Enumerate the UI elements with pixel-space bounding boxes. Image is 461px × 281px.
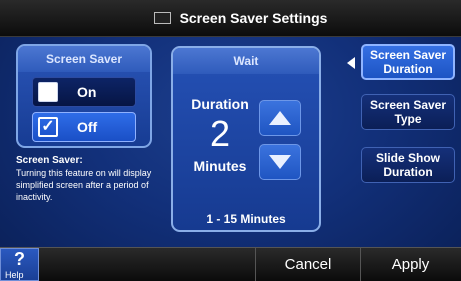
screen-saver-off-button[interactable]: ✓ Off xyxy=(32,112,136,142)
screen-saver-panel: Screen Saver On ✓ Off xyxy=(16,44,152,148)
title-bar: Screen Saver Settings xyxy=(0,0,461,37)
info-text: Turning this feature on will display sim… xyxy=(16,168,152,202)
help-label: Help xyxy=(5,270,24,280)
wait-panel: Wait Duration 2 Minutes 1 - 15 Minutes xyxy=(171,46,321,232)
wait-panel-title: Wait xyxy=(173,48,319,74)
apply-button[interactable]: Apply xyxy=(360,248,461,281)
bottom-bar: ? Help Cancel Apply xyxy=(0,247,461,281)
duration-value: 2 xyxy=(209,113,231,154)
arrow-up-icon xyxy=(269,111,291,125)
help-button[interactable]: ? Help xyxy=(0,248,39,281)
duration-unit: Minutes xyxy=(193,158,247,174)
thermostat-icon xyxy=(153,12,171,24)
screen-saver-panel-title: Screen Saver xyxy=(18,46,150,72)
screen-saver-type-button[interactable]: Screen Saver Type xyxy=(361,94,455,130)
help-icon: ? xyxy=(14,249,25,269)
off-label: Off xyxy=(77,119,98,135)
unchecked-box-icon xyxy=(38,82,58,102)
increase-button[interactable] xyxy=(259,100,301,136)
screen-saver-on-button[interactable]: On xyxy=(32,77,136,107)
screen-saver-info: Screen Saver: Turning this feature on wi… xyxy=(16,155,166,203)
page-title: Screen Saver Settings xyxy=(179,10,328,26)
arrow-down-icon xyxy=(269,155,291,169)
on-label: On xyxy=(77,84,97,100)
selection-pointer-icon xyxy=(347,57,355,69)
checked-box-icon: ✓ xyxy=(38,117,58,137)
cancel-button[interactable]: Cancel xyxy=(255,248,361,281)
screen-saver-duration-button[interactable]: Screen Saver Duration xyxy=(361,44,455,80)
slide-show-duration-button[interactable]: Slide Show Duration xyxy=(361,147,455,183)
info-title: Screen Saver: xyxy=(16,155,83,166)
decrease-button[interactable] xyxy=(259,144,301,180)
duration-range: 1 - 15 Minutes xyxy=(206,212,286,226)
duration-label: Duration xyxy=(191,96,249,112)
